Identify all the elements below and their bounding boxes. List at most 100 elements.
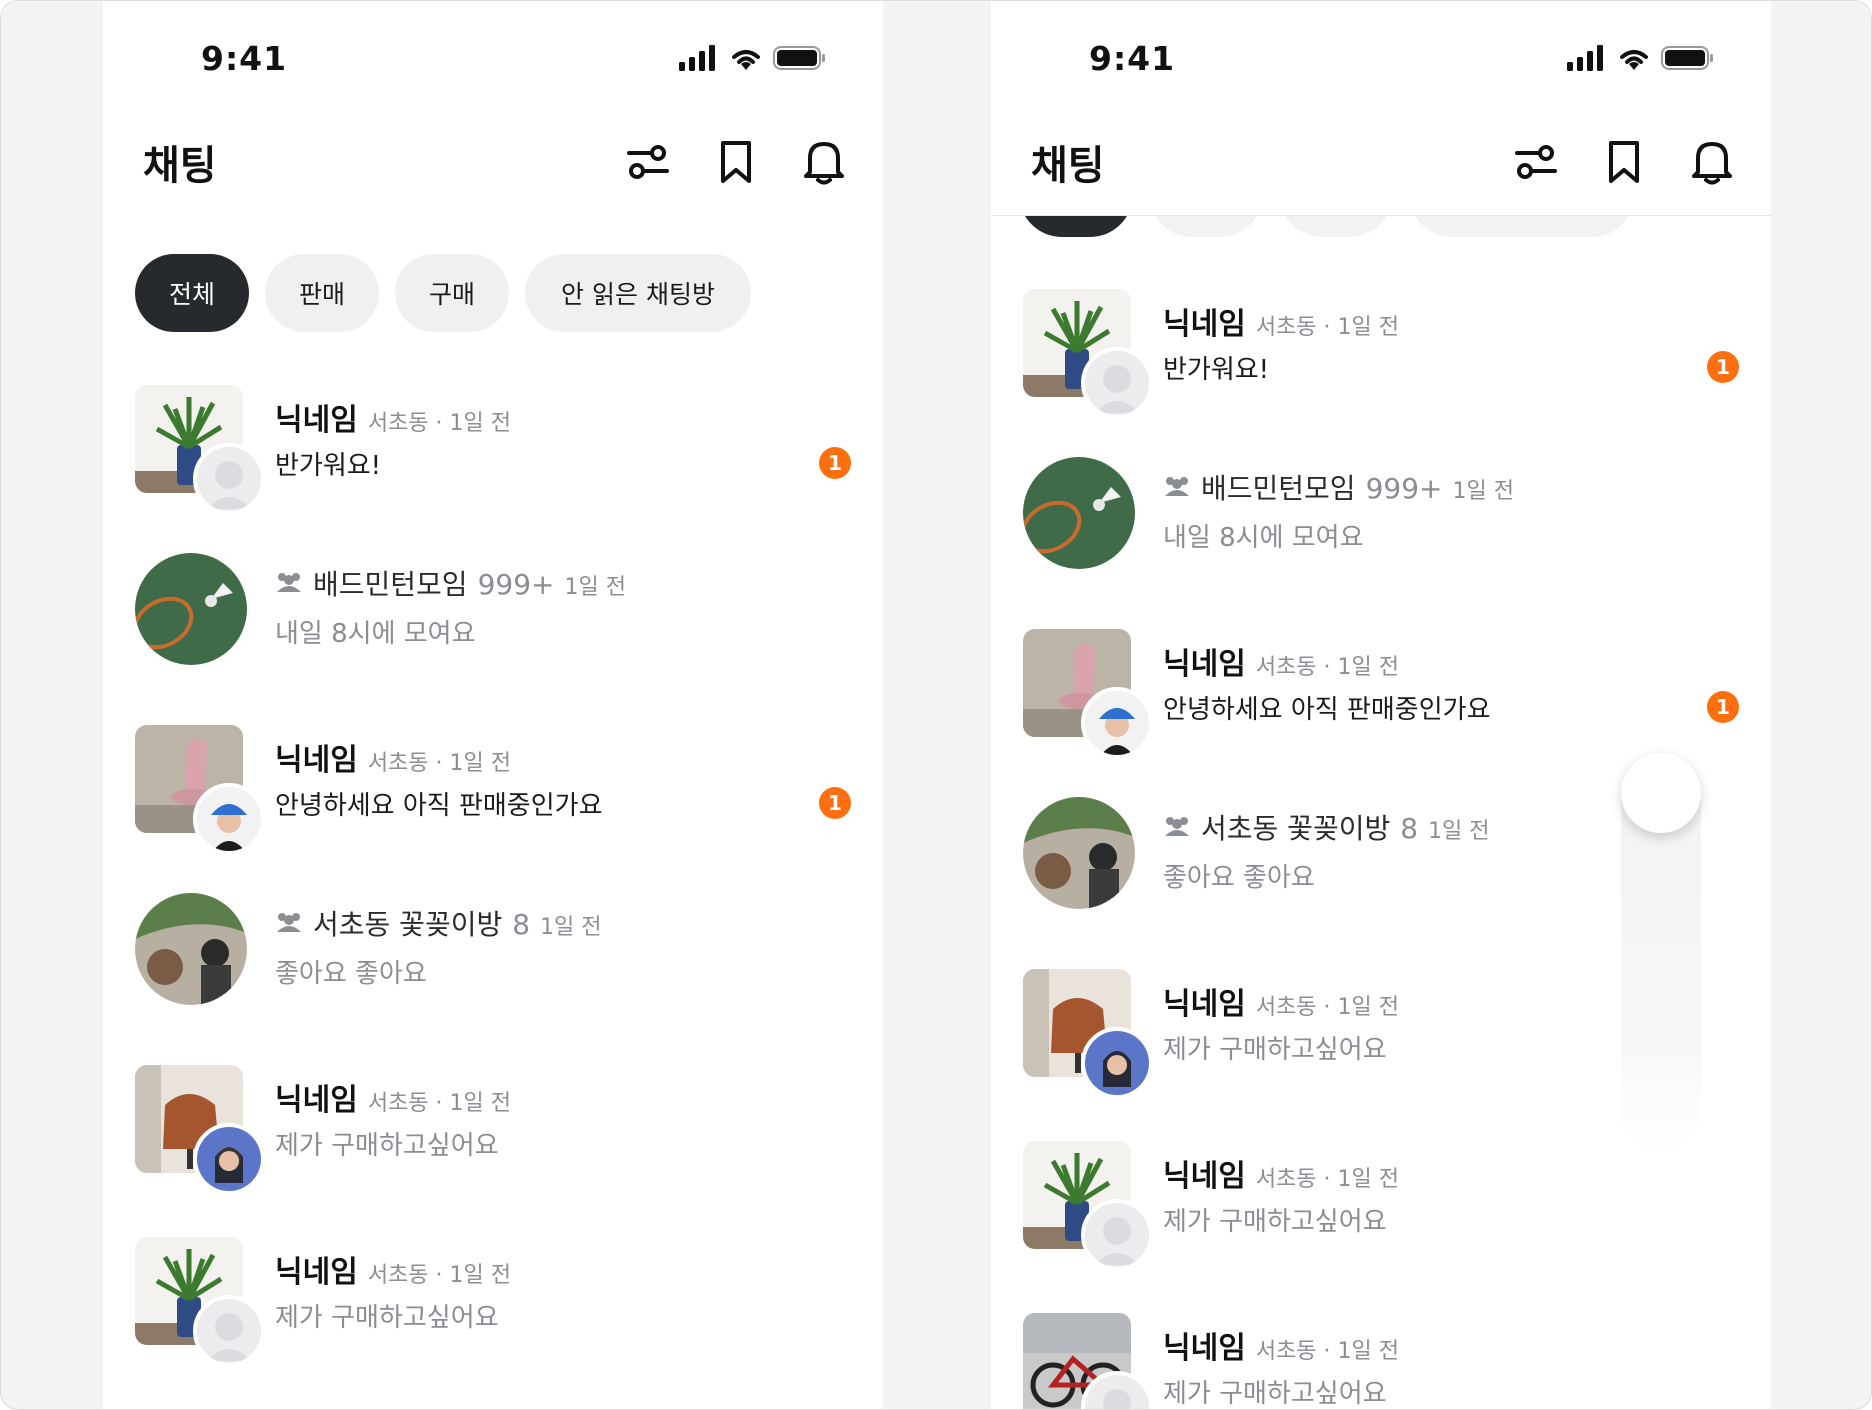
group-thumbnail-badminton — [135, 553, 247, 665]
battery-icon — [1661, 45, 1715, 75]
chat-last-message: 안녕하세요 아직 판매중인가요 — [275, 791, 603, 821]
chat-meta: 1일 전 — [540, 915, 602, 940]
wifi-icon — [729, 45, 763, 75]
chat-meta: 1일 전 — [564, 575, 626, 600]
unread-badge: 1 — [1707, 351, 1739, 383]
group-thumbnail-flowers — [1023, 797, 1135, 909]
chat-meta: 서초동 · 1일 전 — [1255, 1167, 1399, 1192]
member-count: 999+ — [1365, 472, 1443, 505]
chat-meta: 서초동 · 1일 전 — [367, 751, 511, 776]
chat-last-message: 내일 8시에 모여요 — [275, 619, 476, 649]
status-bar: 9:41 — [103, 1, 883, 111]
chat-meta: 서초동 · 1일 전 — [1255, 1339, 1399, 1364]
chat-meta: 서초동 · 1일 전 — [367, 411, 511, 436]
filter-button[interactable] — [619, 133, 677, 191]
app-header: 채팅 — [103, 111, 883, 215]
group-icon — [275, 910, 303, 938]
chat-row[interactable]: 닉네임 서초동 · 1일 전 제가 구매하고싶어요 — [103, 1065, 883, 1215]
chat-row[interactable]: 배드민턴모임 999+ 1일 전 내일 8시에 모여요 — [991, 457, 1771, 607]
chat-row[interactable]: 서초동 꽃꽂이방 8 1일 전 좋아요 좋아요 — [103, 893, 883, 1043]
user-avatar — [1081, 1027, 1153, 1099]
sliders-icon — [1515, 145, 1557, 179]
filter-chips: 전체 판매 구매 안 읽은 채팅방 — [135, 254, 751, 332]
chat-last-message: 좋아요 좋아요 — [275, 959, 427, 989]
chat-last-message: 반가워요! — [1163, 355, 1270, 385]
bookmark-icon — [721, 141, 751, 183]
chip-sell[interactable]: 판매 — [265, 254, 379, 332]
chat-meta: 서초동 · 1일 전 — [1255, 995, 1399, 1020]
chat-last-message: 반가워요! — [275, 451, 382, 481]
chat-meta: 1일 전 — [1452, 479, 1514, 504]
default-avatar — [1081, 347, 1153, 419]
chat-last-message: 좋아요 좋아요 — [1163, 863, 1315, 893]
user-avatar — [1081, 687, 1153, 759]
signal-icon — [679, 45, 719, 75]
chat-row[interactable]: 닉네임 서초동 · 1일 전 반가워요! 1 — [991, 289, 1771, 439]
user-avatar — [193, 1123, 265, 1195]
unread-badge: 1 — [819, 447, 851, 479]
chat-row[interactable]: 닉네임 서초동 · 1일 전 안녕하세요 아직 판매중인가요 1 — [103, 725, 883, 875]
chat-last-message: 제가 구매하고싶어요 — [275, 1131, 499, 1161]
chat-nickname: 닉네임 — [1163, 1331, 1246, 1366]
member-count: 8 — [1400, 812, 1419, 845]
chat-meta: 서초동 · 1일 전 — [367, 1091, 511, 1116]
chip-all[interactable]: 전체 — [135, 254, 249, 332]
page-title: 채팅 — [1031, 143, 1105, 189]
bookmark-button[interactable] — [707, 133, 765, 191]
group-name: 배드민턴모임 — [1201, 472, 1356, 505]
status-time: 9:41 — [1089, 39, 1176, 78]
unread-badge: 1 — [1707, 691, 1739, 723]
chip-buy[interactable]: 구매 — [395, 254, 509, 332]
group-name: 서초동 꽃꽂이방 — [1201, 812, 1391, 845]
group-icon — [1163, 814, 1191, 842]
phone-screen-scrolled: 9:41 채팅 닉네임 서초동 · 1일 전 반가워요! 1 배드민턴모임 99… — [991, 1, 1771, 1409]
default-avatar — [193, 443, 265, 515]
unread-badge: 1 — [819, 787, 851, 819]
chat-last-message: 내일 8시에 모여요 — [1163, 523, 1364, 553]
notification-button[interactable] — [1683, 133, 1741, 191]
group-name: 서초동 꽃꽂이방 — [313, 908, 503, 941]
chat-row[interactable]: 닉네임 서초동 · 1일 전 제가 구매하고싶어요 — [103, 1237, 883, 1387]
chat-last-message: 제가 구매하고싶어요 — [1163, 1207, 1387, 1237]
filter-button[interactable] — [1507, 133, 1565, 191]
default-avatar — [1081, 1199, 1153, 1271]
chat-last-message: 제가 구매하고싶어요 — [275, 1303, 499, 1333]
group-name: 배드민턴모임 — [313, 568, 468, 601]
wifi-icon — [1617, 45, 1651, 75]
chat-meta: 서초동 · 1일 전 — [1255, 315, 1399, 340]
chat-row[interactable]: 닉네임 서초동 · 1일 전 반가워요! 1 — [103, 385, 883, 535]
app-header: 채팅 — [991, 111, 1771, 216]
chat-last-message: 안녕하세요 아직 판매중인가요 — [1163, 695, 1491, 725]
group-thumbnail-flowers — [135, 893, 247, 1005]
chat-nickname: 닉네임 — [275, 403, 358, 438]
chat-meta: 서초동 · 1일 전 — [1255, 655, 1399, 680]
notification-button[interactable] — [795, 133, 853, 191]
signal-icon — [1567, 45, 1607, 75]
chat-row[interactable]: 닉네임 서초동 · 1일 전 제가 구매하고싶어요 — [991, 1141, 1771, 1291]
sliders-icon — [627, 145, 669, 179]
status-bar: 9:41 — [991, 1, 1771, 111]
chat-last-message: 제가 구매하고싶어요 — [1163, 1379, 1387, 1409]
status-time: 9:41 — [201, 39, 288, 78]
chat-nickname: 닉네임 — [1163, 647, 1246, 682]
bookmark-button[interactable] — [1595, 133, 1653, 191]
phone-screen-default: 9:41 채팅 전체 판매 구매 안 읽은 채팅방 닉네임 서초동 · 1일 전… — [103, 1, 883, 1409]
chat-nickname: 닉네임 — [1163, 307, 1246, 342]
group-icon — [275, 570, 303, 598]
chat-row[interactable]: 닉네임 서초동 · 1일 전 제가 구매하고싶어요 — [991, 1313, 1771, 1409]
bell-icon — [1692, 142, 1732, 185]
chat-row[interactable]: 배드민턴모임 999+ 1일 전 내일 8시에 모여요 — [103, 553, 883, 703]
chat-nickname: 닉네임 — [275, 1255, 358, 1290]
scroll-thumb[interactable] — [1621, 753, 1701, 833]
battery-icon — [773, 45, 827, 75]
chat-meta: 1일 전 — [1428, 819, 1490, 844]
bell-icon — [804, 142, 844, 185]
member-count: 8 — [512, 908, 531, 941]
group-icon — [1163, 474, 1191, 502]
chat-meta: 서초동 · 1일 전 — [367, 1263, 511, 1288]
chip-unread[interactable]: 안 읽은 채팅방 — [525, 254, 751, 332]
member-count: 999+ — [477, 568, 555, 601]
user-avatar — [193, 783, 265, 855]
chat-nickname: 닉네임 — [275, 743, 358, 778]
chat-last-message: 제가 구매하고싶어요 — [1163, 1035, 1387, 1065]
